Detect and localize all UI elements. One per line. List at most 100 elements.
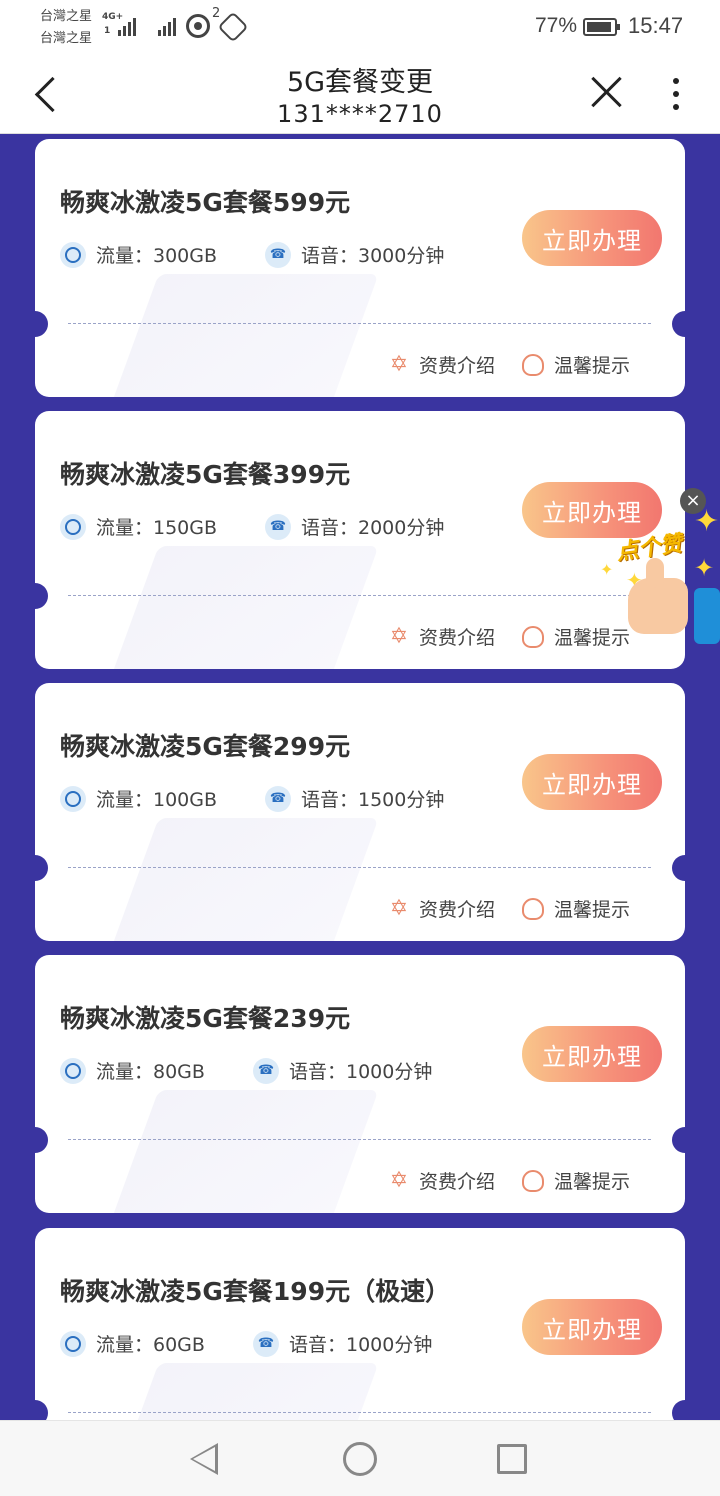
fee-intro-label: 资费介绍: [419, 899, 496, 921]
card-notch-right: [672, 1400, 685, 1420]
fee-intro-link[interactable]: ✡ 资费介绍: [387, 1167, 495, 1194]
carrier-name-2: 台灣之星: [40, 31, 93, 46]
card-background-illustration: [111, 274, 379, 397]
data-allowance: 流量：150GB: [60, 513, 217, 540]
battery-percent: 77%: [535, 14, 578, 37]
data-allowance-label: 流量：80GB: [96, 1061, 205, 1083]
close-icon[interactable]: [588, 74, 624, 110]
star-icon: ✡: [389, 1167, 409, 1193]
tips-label: 温馨提示: [554, 355, 631, 377]
sparkle-icon: ✦: [694, 504, 720, 539]
card-notch-right: [672, 855, 685, 881]
plan-card: 畅爽冰激凌5G套餐199元（极速） 流量：60GB 语音：1000分钟 立即办理: [35, 1228, 685, 1420]
nav-back-icon[interactable]: [190, 1443, 218, 1475]
fee-intro-label: 资费介绍: [419, 355, 496, 377]
clock: 15:47: [628, 13, 684, 38]
plan-title: 畅爽冰激凌5G套餐199元（极速）: [60, 1277, 451, 1306]
globe-icon: [60, 513, 86, 540]
lightbulb-icon: [522, 1169, 544, 1192]
plan-card: 畅爽冰激凌5G套餐599元 流量：300GB 语音：3000分钟 立即办理 ✡ …: [35, 139, 685, 397]
hotspot-count: 2: [212, 6, 221, 21]
divider: [68, 323, 651, 324]
phone-icon: [265, 785, 291, 812]
tips-link[interactable]: 温馨提示: [522, 895, 630, 922]
voice-allowance-label: 语音：2000分钟: [301, 517, 445, 539]
fee-intro-label: 资费介绍: [419, 627, 496, 649]
plan-title: 畅爽冰激凌5G套餐399元: [60, 460, 351, 489]
fee-intro-link[interactable]: ✡ 资费介绍: [387, 623, 495, 650]
lightbulb-icon: [522, 897, 544, 920]
tips-label: 温馨提示: [554, 1171, 631, 1193]
apply-now-button[interactable]: 立即办理: [522, 1026, 662, 1082]
divider: [68, 1139, 651, 1140]
star-icon: ✡: [389, 623, 409, 649]
phone-icon: [265, 513, 291, 540]
voice-allowance: 语音：3000分钟: [265, 241, 444, 268]
card-background-illustration: [111, 546, 379, 669]
globe-icon: [60, 1330, 86, 1357]
fee-intro-link[interactable]: ✡ 资费介绍: [387, 351, 495, 378]
data-allowance-label: 流量：100GB: [96, 789, 218, 811]
lightbulb-icon: [522, 625, 544, 648]
system-navigation-bar: [0, 1420, 720, 1496]
signal-icon-sim1: 4G+ 1: [102, 12, 136, 38]
card-notch-left: [35, 855, 48, 881]
card-notch-left: [35, 583, 48, 609]
nav-home-icon[interactable]: [343, 1442, 377, 1476]
data-allowance-label: 流量：150GB: [96, 517, 218, 539]
phone-icon: [253, 1057, 279, 1084]
data-allowance-label: 流量：300GB: [96, 245, 218, 267]
nfc-icon: [217, 11, 249, 43]
card-notch-right: [672, 1127, 685, 1153]
voice-allowance-label: 语音：1000分钟: [289, 1061, 433, 1083]
like-widget[interactable]: × ✦ 点个赞 ✦ ✦ ✦: [598, 484, 720, 654]
sparkle-icon: ✦: [600, 560, 614, 579]
card-background-illustration: [111, 1090, 379, 1213]
apply-now-button[interactable]: 立即办理: [522, 210, 662, 266]
network-type-tag: 4G+: [102, 12, 124, 22]
sparkle-icon: ✦: [694, 554, 715, 582]
voice-allowance-label: 语音：3000分钟: [301, 245, 445, 267]
card-notch-left: [35, 1127, 48, 1153]
carrier-name-1: 台灣之星: [40, 9, 93, 24]
voice-allowance-label: 语音：1500分钟: [301, 789, 445, 811]
data-allowance: 流量：300GB: [60, 241, 217, 268]
card-notch-right: [672, 311, 685, 337]
plan-card: 畅爽冰激凌5G套餐399元 流量：150GB 语音：2000分钟 立即办理 ✡ …: [35, 411, 685, 669]
tips-link[interactable]: 温馨提示: [522, 1167, 630, 1194]
lightbulb-icon: [522, 353, 544, 376]
divider: [68, 1412, 651, 1413]
apply-now-button[interactable]: 立即办理: [522, 1299, 662, 1355]
battery-icon: [583, 18, 620, 36]
plan-list[interactable]: 畅爽冰激凌5G套餐599元 流量：300GB 语音：3000分钟 立即办理 ✡ …: [0, 134, 720, 1420]
voice-allowance: 语音：1500分钟: [265, 785, 444, 812]
signal-icon-sim2: [158, 14, 176, 38]
star-icon: ✡: [389, 895, 409, 921]
sim-slot-tag: 1: [104, 26, 111, 36]
thumbs-up-icon: [628, 558, 688, 634]
tips-link[interactable]: 温馨提示: [522, 351, 630, 378]
nav-recents-icon[interactable]: [497, 1444, 527, 1474]
plan-title: 畅爽冰激凌5G套餐299元: [60, 732, 351, 761]
hotspot-icon: [186, 14, 210, 38]
plan-title: 畅爽冰激凌5G套餐599元: [60, 188, 351, 217]
phone-icon: [265, 241, 291, 268]
fee-intro-link[interactable]: ✡ 资费介绍: [387, 895, 495, 922]
voice-allowance-label: 语音：1000分钟: [289, 1334, 433, 1356]
card-notch-left: [35, 1400, 48, 1420]
apply-now-button[interactable]: 立即办理: [522, 754, 662, 810]
data-allowance: 流量：100GB: [60, 785, 217, 812]
globe-icon: [60, 785, 86, 812]
plan-title: 畅爽冰激凌5G套餐239元: [60, 1004, 351, 1033]
app-header: 5G套餐变更 131****2710: [0, 56, 720, 134]
status-bar: 台灣之星 台灣之星 4G+ 1 2 77% 15:47: [0, 0, 720, 56]
data-allowance-label: 流量：60GB: [96, 1334, 205, 1356]
globe-icon: [60, 1057, 86, 1084]
plan-card: 畅爽冰激凌5G套餐299元 流量：100GB 语音：1500分钟 立即办理 ✡ …: [35, 683, 685, 941]
tips-label: 温馨提示: [554, 899, 631, 921]
more-vertical-icon[interactable]: [664, 74, 688, 114]
carrier-labels: 台灣之星 台灣之星: [40, 6, 92, 50]
divider: [68, 867, 651, 868]
divider: [68, 595, 651, 596]
voice-allowance: 语音：1000分钟: [253, 1057, 432, 1084]
